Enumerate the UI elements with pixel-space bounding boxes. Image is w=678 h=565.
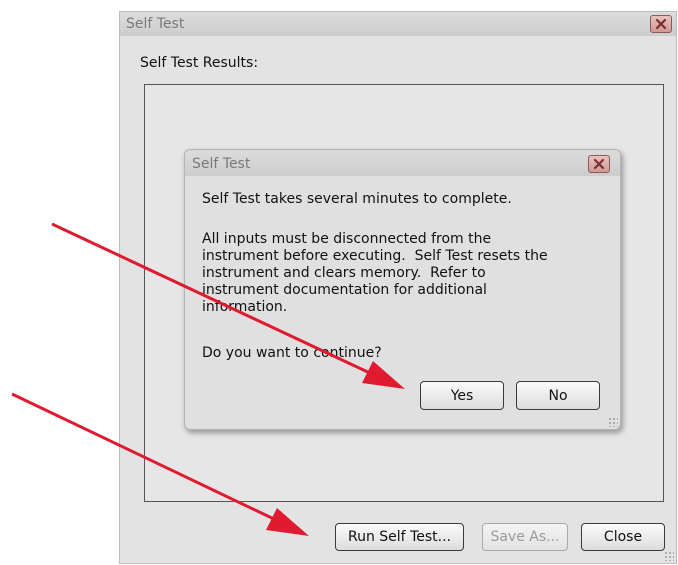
results-label: Self Test Results: [140,55,259,71]
dialog-close-icon[interactable] [588,155,610,173]
close-x-icon [655,18,667,30]
resize-grip-icon[interactable] [664,551,674,561]
dialog-resize-grip-icon [608,417,618,427]
dialog-question: Do you want to continue? [202,345,382,361]
window-titlebar[interactable]: Self Test [120,12,676,36]
save-as-button[interactable]: Save As... [482,523,568,551]
window-close-icon[interactable] [650,15,672,33]
dialog-title: Self Test [192,156,251,172]
confirm-dialog: Self Test Self Test takes several minute… [184,149,621,430]
run-self-test-button[interactable]: Run Self Test... [335,523,464,551]
dialog-message-paragraph: All inputs must be disconnected from the… [202,231,548,315]
no-button[interactable]: No [516,381,600,410]
window-title: Self Test [126,16,185,32]
yes-button[interactable]: Yes [420,381,504,410]
close-x-icon [593,158,605,170]
dialog-message-line: Self Test takes several minutes to compl… [202,191,512,207]
dialog-titlebar[interactable]: Self Test [185,150,620,176]
close-button[interactable]: Close [581,523,665,551]
